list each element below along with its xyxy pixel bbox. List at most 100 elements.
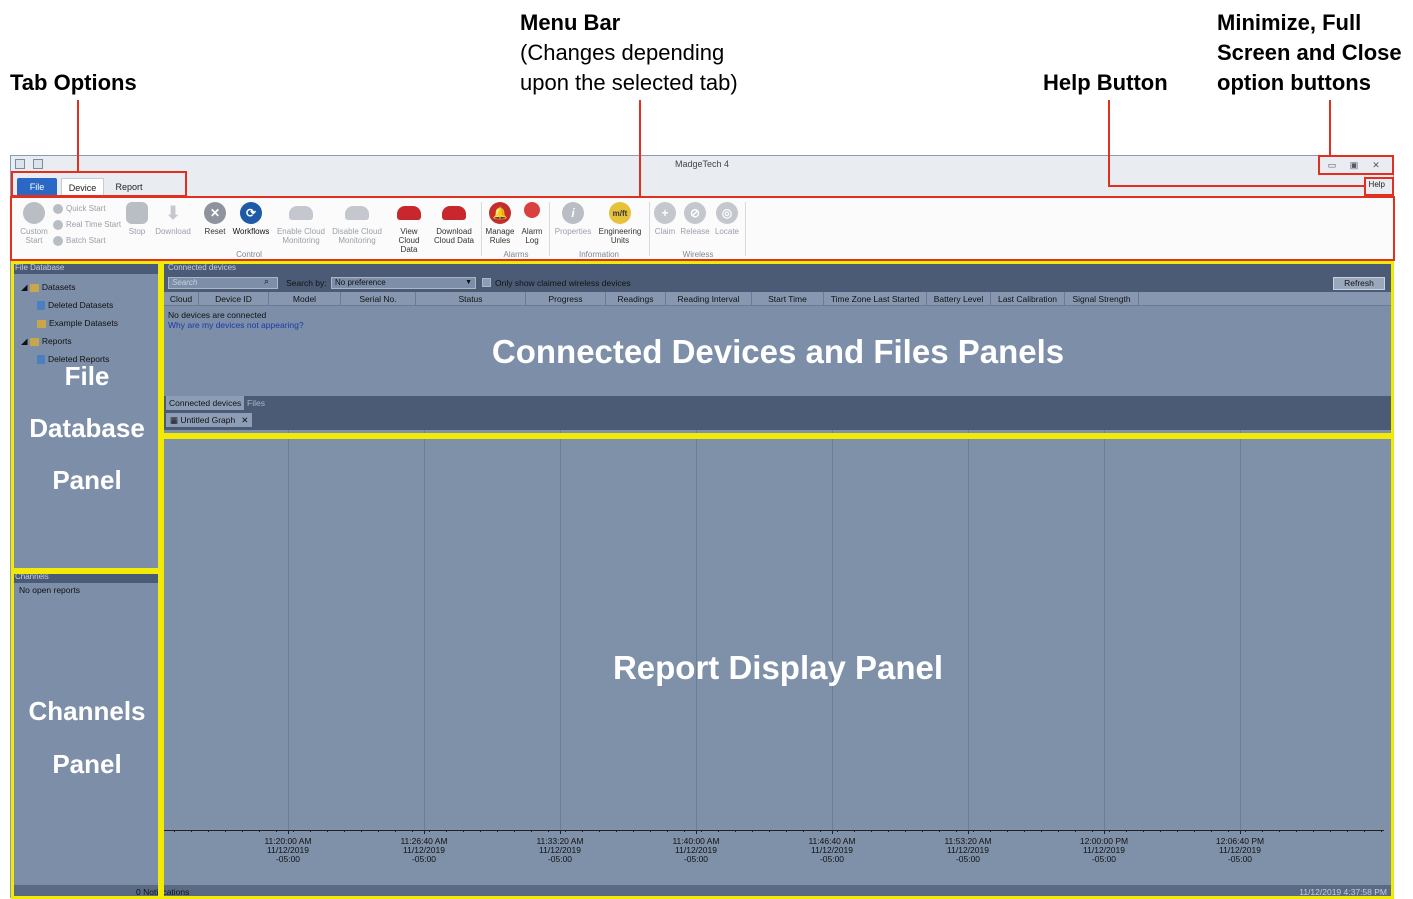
x-tick <box>1104 830 1105 834</box>
help-button[interactable]: Help <box>1369 180 1385 189</box>
column-header[interactable]: Signal Strength <box>1065 292 1139 306</box>
column-header[interactable]: Start Time <box>752 292 824 306</box>
properties-button[interactable]: i Properties <box>551 202 595 236</box>
tree-item-deleted-reports[interactable]: Deleted Reports <box>37 354 109 365</box>
column-header[interactable]: Model <box>269 292 341 306</box>
x-minor-tick <box>1160 830 1161 832</box>
search-by-select[interactable]: No preference ▼ <box>331 277 476 289</box>
column-header[interactable]: Device ID <box>199 292 269 306</box>
column-header[interactable]: Cloud <box>164 292 199 306</box>
alarm-log-button[interactable]: Alarm Log <box>519 202 545 245</box>
tab-files[interactable]: Files <box>244 396 268 410</box>
column-header[interactable]: Progress <box>526 292 606 306</box>
batch-start-button[interactable]: Batch Start <box>53 235 106 247</box>
release-button[interactable]: ⊘ Release <box>679 202 711 236</box>
only-claimed-checkbox[interactable] <box>482 278 491 287</box>
column-header[interactable]: Serial No. <box>341 292 416 306</box>
search-input[interactable]: Search <box>168 277 278 289</box>
stop-button[interactable]: Stop <box>123 202 151 236</box>
download-button[interactable]: ⬇ Download <box>153 202 193 237</box>
x-tick-label: 12:00:00 PM 11/12/2019 -05:00 <box>1069 837 1139 864</box>
locate-button[interactable]: ◎ Locate <box>711 202 743 236</box>
menu-bar-leader <box>639 100 641 196</box>
cloud-icon <box>289 206 313 220</box>
x-minor-tick <box>752 830 753 832</box>
main-area: File Database ◢ Datasets Deleted Dataset… <box>11 262 1393 897</box>
ribbon-menu-bar: Custom Start Quick Start Real Time Start … <box>11 197 1393 261</box>
disable-cloud-monitoring-button[interactable]: Disable Cloud Monitoring <box>329 202 385 245</box>
view-cloud-data-button[interactable]: View Cloud Data <box>389 202 429 254</box>
trash-icon <box>37 355 45 365</box>
close-button[interactable]: ✕ <box>1367 158 1385 172</box>
x-minor-tick <box>1313 830 1314 832</box>
status-clock: 11/12/2019 4:37:58 PM <box>1299 887 1387 897</box>
refresh-button[interactable]: Refresh <box>1333 277 1385 290</box>
engineering-units-button[interactable]: m/ft Engineering Units <box>595 202 645 245</box>
graph-icon: ▦ <box>170 415 181 425</box>
x-minor-tick <box>1092 830 1093 832</box>
custom-start-button[interactable]: Custom Start <box>17 202 51 245</box>
tree-item-datasets[interactable]: ◢ Datasets <box>21 282 75 293</box>
x-tick-label: 11:26:40 AM 11/12/2019 -05:00 <box>389 837 459 864</box>
x-tick <box>832 830 833 834</box>
file-database-header: File Database <box>11 262 161 274</box>
tree-item-deleted-datasets[interactable]: Deleted Datasets <box>37 300 113 311</box>
x-tick-label-tz: -05:00 <box>547 854 573 864</box>
play-icon <box>53 203 63 214</box>
enable-cloud-monitoring-button[interactable]: Enable Cloud Monitoring <box>273 202 329 245</box>
x-minor-tick <box>446 830 447 832</box>
column-header[interactable]: Battery Level <box>927 292 991 306</box>
minimize-button[interactable]: ▭ <box>1323 158 1341 172</box>
x-minor-tick <box>769 830 770 832</box>
workflows-button[interactable]: ⟳ Workflows <box>229 202 273 236</box>
search-icon[interactable]: ⌕ <box>264 276 269 287</box>
annotation-window-buttons: Minimize, Full Screen and Close option b… <box>1217 10 1402 95</box>
x-minor-tick <box>1211 830 1212 832</box>
connected-devices-panel: Connected devices Search ⌕ Search by: No… <box>164 262 1391 430</box>
why-devices-link[interactable]: Why are my devices not appearing? <box>168 320 304 330</box>
notifications-count[interactable]: 0 Notifications <box>136 887 189 897</box>
tab-report[interactable]: Report <box>110 178 148 197</box>
column-header[interactable]: Time Zone Last Started <box>824 292 927 306</box>
download-cloud-data-button[interactable]: Download Cloud Data <box>431 202 477 245</box>
maximize-button[interactable]: ▣ <box>1345 158 1363 172</box>
x-minor-tick <box>344 830 345 832</box>
x-minor-tick <box>1279 830 1280 832</box>
x-minor-tick <box>1347 830 1348 832</box>
claim-button[interactable]: + Claim <box>651 202 679 236</box>
x-minor-tick <box>1177 830 1178 832</box>
reset-button[interactable]: ✕ Reset <box>201 202 229 236</box>
x-minor-tick <box>922 830 923 832</box>
x-tick-label-tz: -05:00 <box>819 854 845 864</box>
column-header[interactable]: Status <box>416 292 526 306</box>
channels-panel: Channels No open reports <box>11 571 161 883</box>
cloud-icon <box>397 206 421 220</box>
untitled-graph-tab[interactable]: ▦ Untitled Graph ✕ <box>166 413 253 427</box>
alarm-log-icon <box>524 202 540 218</box>
channels-header: Channels <box>11 571 161 583</box>
tree-item-example-datasets[interactable]: Example Datasets <box>37 318 118 328</box>
x-minor-tick <box>1296 830 1297 832</box>
x-minor-tick <box>225 830 226 832</box>
device-bottom-tabs: Connected devices Files <box>164 396 1391 410</box>
column-header[interactable]: Reading Interval <box>666 292 752 306</box>
manage-rules-button[interactable]: 🔔 Manage Rules <box>483 202 517 245</box>
x-minor-tick <box>1381 830 1382 832</box>
tab-connected-devices[interactable]: Connected devices <box>166 396 245 410</box>
tab-options-leader <box>77 100 79 171</box>
quick-start-button[interactable]: Quick Start <box>53 203 106 215</box>
units-icon: m/ft <box>609 202 631 224</box>
tab-device[interactable]: Device <box>61 178 104 197</box>
grid-line <box>424 430 425 830</box>
x-minor-tick <box>1041 830 1042 832</box>
column-header[interactable]: Last Calibration <box>991 292 1065 306</box>
tree-item-reports[interactable]: ◢ Reports <box>21 336 72 347</box>
x-minor-tick <box>174 830 175 832</box>
x-tick-label: 11:33:20 AM 11/12/2019 -05:00 <box>525 837 595 864</box>
column-header[interactable]: Readings <box>606 292 666 306</box>
tab-file[interactable]: File <box>17 178 57 197</box>
close-tab-icon[interactable]: ✕ <box>241 415 248 425</box>
real-time-start-button[interactable]: Real Time Start <box>53 219 121 231</box>
cloud-icon <box>345 206 369 220</box>
x-minor-tick <box>361 830 362 832</box>
